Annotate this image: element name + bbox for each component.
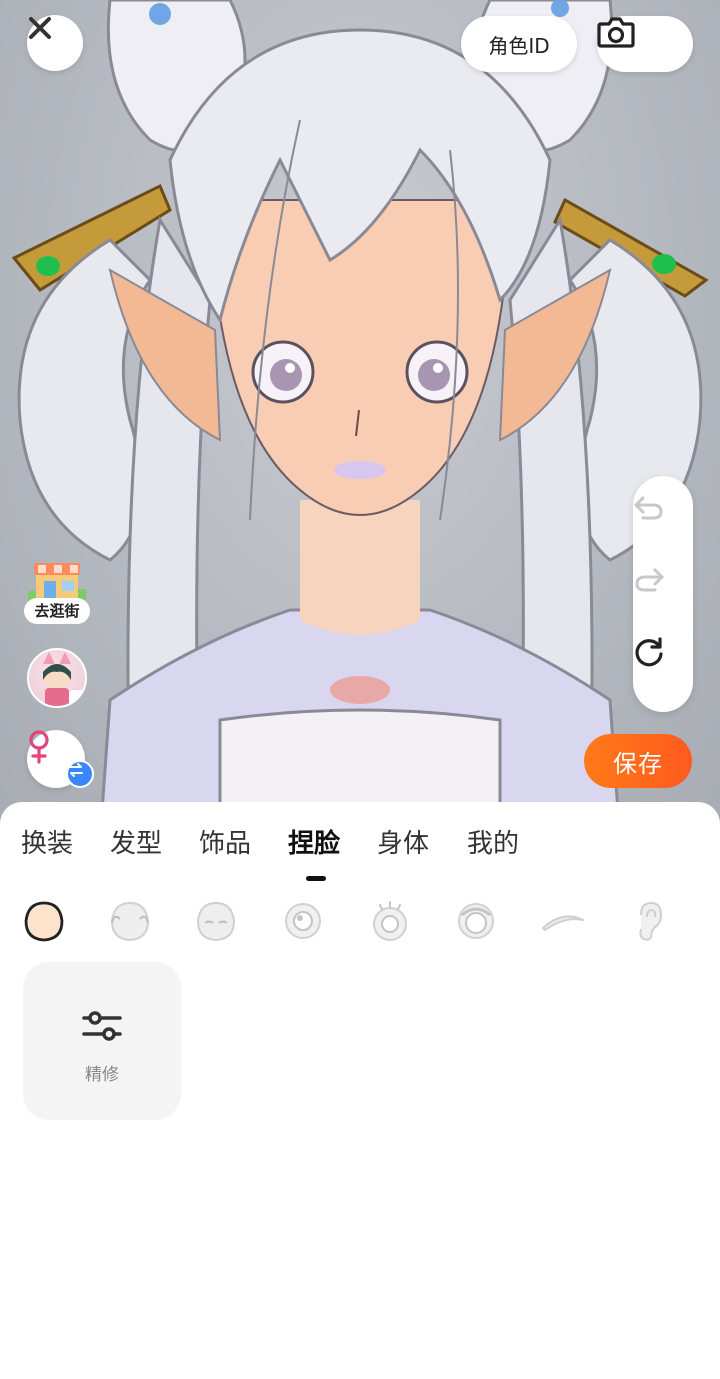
subcategory-face-shape[interactable]: [105, 896, 155, 946]
eyelash-icon: [373, 901, 407, 941]
subcategory-ear[interactable]: [624, 896, 674, 946]
role-id-label: 角色ID: [488, 33, 550, 58]
subcategory-eyes[interactable]: [278, 896, 328, 946]
app-root: 角色ID 去逛街 保存 换装 发型 饰品 捏脸 身体 我的 精修: [0, 0, 720, 1379]
eye-icon: [285, 903, 321, 939]
avatar-thumbnail[interactable]: [27, 648, 87, 708]
sliders-icon: [82, 1011, 122, 1041]
edit-panel: 换装 发型 饰品 捏脸 身体 我的 精修: [0, 802, 720, 1379]
subcategory-face-features[interactable]: [191, 896, 241, 946]
tab-mine[interactable]: 我的: [467, 826, 519, 866]
face-shape-icon: [110, 901, 150, 942]
camera-icon: [597, 17, 635, 48]
camera-button[interactable]: [597, 16, 693, 72]
thumbnail-badge: [69, 690, 85, 706]
redo-icon: [635, 568, 664, 592]
redo-button[interactable]: [633, 566, 693, 626]
category-tabs: 换装 发型 饰品 捏脸 身体 我的: [0, 826, 720, 866]
reset-icon: [635, 637, 663, 667]
reset-button[interactable]: [633, 636, 693, 696]
face-subcategory-bar: [0, 896, 720, 946]
pupil-icon: [458, 903, 494, 939]
face-skin-icon: [24, 901, 64, 942]
tab-outfit[interactable]: 换装: [21, 826, 73, 866]
active-tab-indicator: [306, 876, 326, 881]
subcategory-eyebrow[interactable]: [538, 896, 588, 946]
gender-swap-button[interactable]: [66, 760, 94, 788]
subcategory-pupil[interactable]: [451, 896, 501, 946]
refine-card[interactable]: 精修: [23, 962, 181, 1120]
shop-icon: [28, 563, 86, 601]
go-shopping-label: 去逛街: [24, 598, 90, 624]
tab-accessories[interactable]: 饰品: [199, 826, 251, 866]
ear-icon: [639, 901, 663, 941]
undo-button[interactable]: [633, 494, 693, 554]
tab-hairstyle[interactable]: 发型: [110, 826, 162, 866]
subcategory-eyelashes[interactable]: [365, 896, 415, 946]
female-icon: [29, 730, 49, 764]
save-button[interactable]: 保存: [584, 734, 692, 788]
avatar-preview[interactable]: 角色ID 去逛街 保存: [0, 0, 720, 840]
tab-body[interactable]: 身体: [377, 826, 429, 866]
close-button[interactable]: [27, 15, 83, 71]
role-id-button[interactable]: 角色ID: [461, 16, 577, 72]
history-toolbar: [633, 476, 693, 712]
tab-face[interactable]: 捏脸: [288, 826, 340, 866]
go-shopping-button[interactable]: 去逛街: [24, 557, 90, 627]
refine-label: 精修: [85, 1065, 119, 1085]
avatar-illustration: [11, 0, 709, 840]
eyebrow-icon: [542, 915, 584, 931]
subcategory-face-skin[interactable]: [19, 896, 69, 946]
close-icon: [29, 17, 51, 39]
face-features-icon: [196, 901, 236, 942]
undo-icon: [634, 496, 663, 520]
swap-icon: [69, 763, 83, 777]
